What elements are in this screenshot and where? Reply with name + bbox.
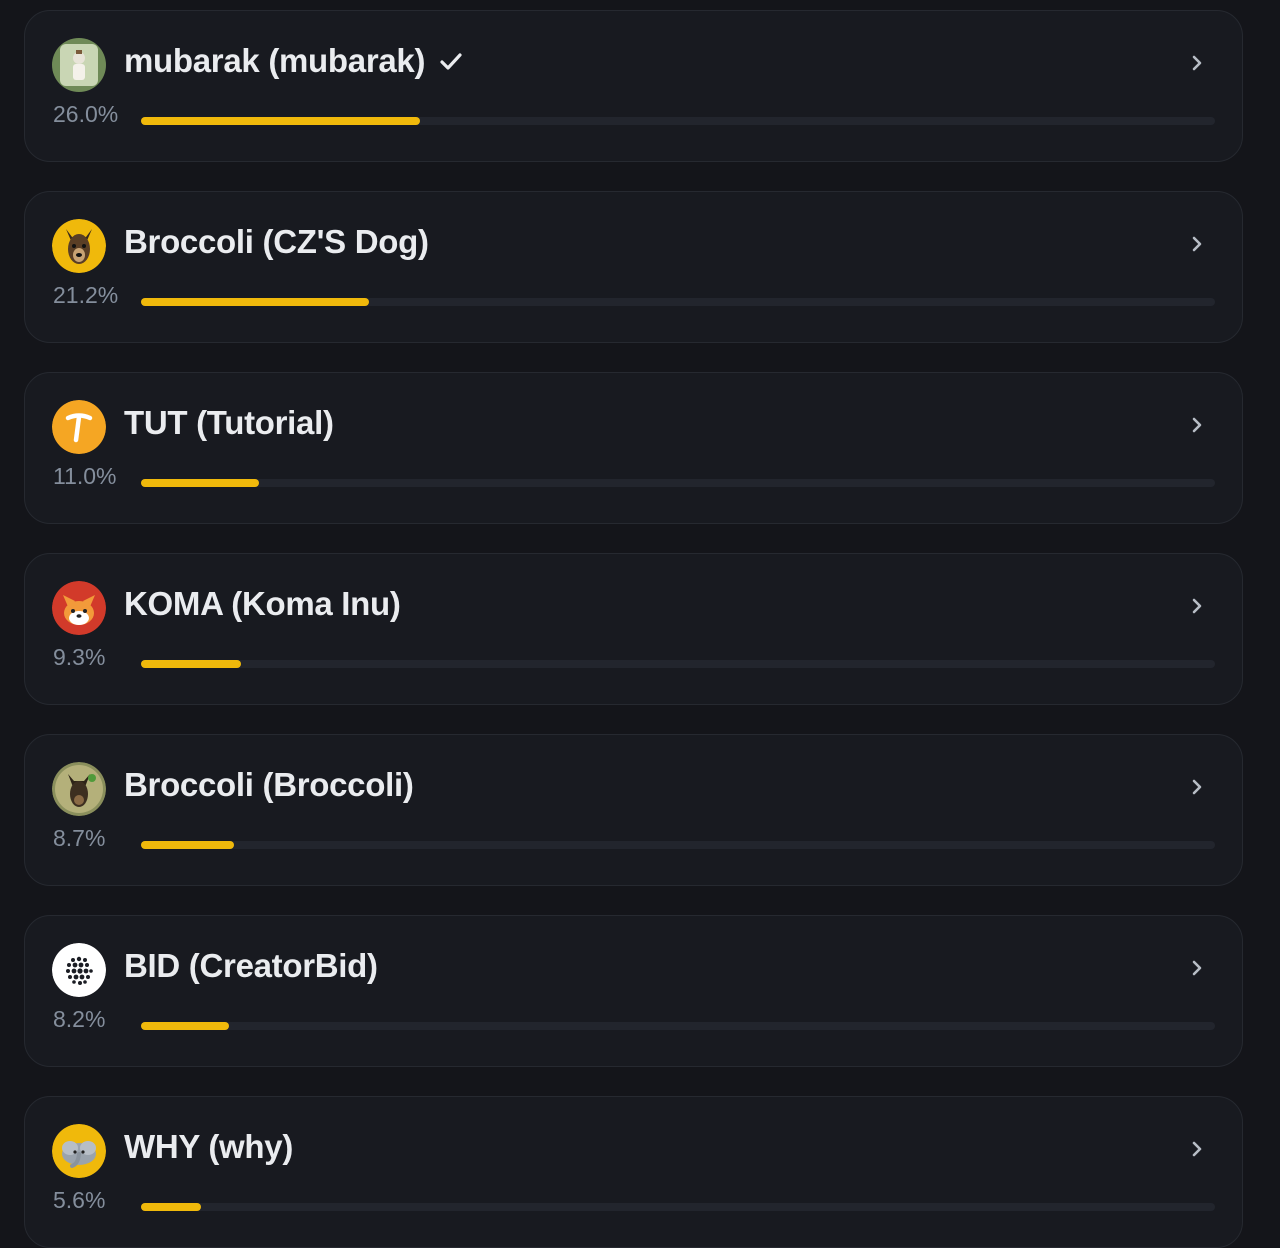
token-title-row: Broccoli (CZ'S Dog)	[124, 222, 429, 262]
progress-fill	[141, 1203, 201, 1211]
token-title-row: KOMA (Koma Inu)	[124, 584, 401, 624]
progress-track	[141, 479, 1215, 487]
token-percent: 9.3%	[53, 644, 106, 670]
token-title-row: mubarak (mubarak)	[124, 41, 465, 81]
token-title-row: WHY (why)	[124, 1127, 293, 1167]
progress-track	[141, 1203, 1215, 1211]
mubarak-logo-icon	[52, 38, 106, 92]
token-card[interactable]: BID (CreatorBid) 8.2%	[24, 915, 1243, 1067]
progress-fill	[141, 1022, 229, 1030]
token-percent: 8.7%	[53, 825, 106, 851]
token-name: Broccoli (CZ'S Dog)	[124, 223, 429, 260]
token-percent: 26.0%	[53, 101, 119, 127]
dog-photo-logo-icon	[52, 762, 106, 816]
progress-track	[141, 1022, 1215, 1030]
token-card[interactable]: Broccoli (CZ'S Dog) 21.2%	[24, 191, 1243, 343]
token-name: BID (CreatorBid)	[124, 947, 378, 984]
token-list: mubarak (mubarak) 26.0% Broccoli (CZ'S D…	[0, 0, 1280, 1248]
token-title-row: BID (CreatorBid)	[124, 946, 378, 986]
token-card[interactable]: Broccoli (Broccoli) 8.7%	[24, 734, 1243, 886]
token-percent: 21.2%	[53, 282, 119, 308]
token-name: KOMA (Koma Inu)	[124, 585, 401, 622]
token-title-row: Broccoli (Broccoli)	[124, 765, 414, 805]
token-card[interactable]: WHY (why) 5.6%	[24, 1096, 1243, 1248]
token-name: Broccoli (Broccoli)	[124, 766, 414, 803]
elephant-logo-icon	[52, 1124, 106, 1178]
progress-fill	[141, 841, 234, 849]
progress-fill	[141, 298, 369, 306]
progress-track	[141, 117, 1215, 125]
chevron-right-icon	[1192, 960, 1202, 976]
token-percent: 11.0%	[53, 463, 117, 489]
progress-track	[141, 298, 1215, 306]
progress-track	[141, 660, 1215, 668]
dots-logo-icon	[52, 943, 106, 997]
chevron-right-icon	[1192, 236, 1202, 252]
token-title-row: TUT (Tutorial)	[124, 403, 334, 443]
token-percent: 8.2%	[53, 1006, 106, 1032]
progress-fill	[141, 117, 420, 125]
token-percent: 5.6%	[53, 1187, 106, 1213]
chevron-right-icon	[1192, 417, 1202, 433]
checkmark-icon	[440, 53, 462, 70]
progress-fill	[141, 660, 241, 668]
chevron-right-icon	[1192, 55, 1202, 71]
dog-logo-icon	[52, 219, 106, 273]
chevron-right-icon	[1192, 598, 1202, 614]
progress-fill	[141, 479, 259, 487]
chevron-right-icon	[1192, 1141, 1202, 1157]
token-card[interactable]: TUT (Tutorial) 11.0%	[24, 372, 1243, 524]
token-name: mubarak (mubarak)	[124, 42, 426, 79]
token-name: WHY (why)	[124, 1128, 294, 1165]
progress-track	[141, 841, 1215, 849]
token-card[interactable]: mubarak (mubarak) 26.0%	[24, 10, 1243, 162]
token-name: TUT (Tutorial)	[124, 404, 334, 441]
token-card[interactable]: KOMA (Koma Inu) 9.3%	[24, 553, 1243, 705]
chevron-right-icon	[1192, 779, 1202, 795]
tut-logo-icon	[52, 400, 106, 454]
shiba-logo-icon	[52, 581, 106, 635]
